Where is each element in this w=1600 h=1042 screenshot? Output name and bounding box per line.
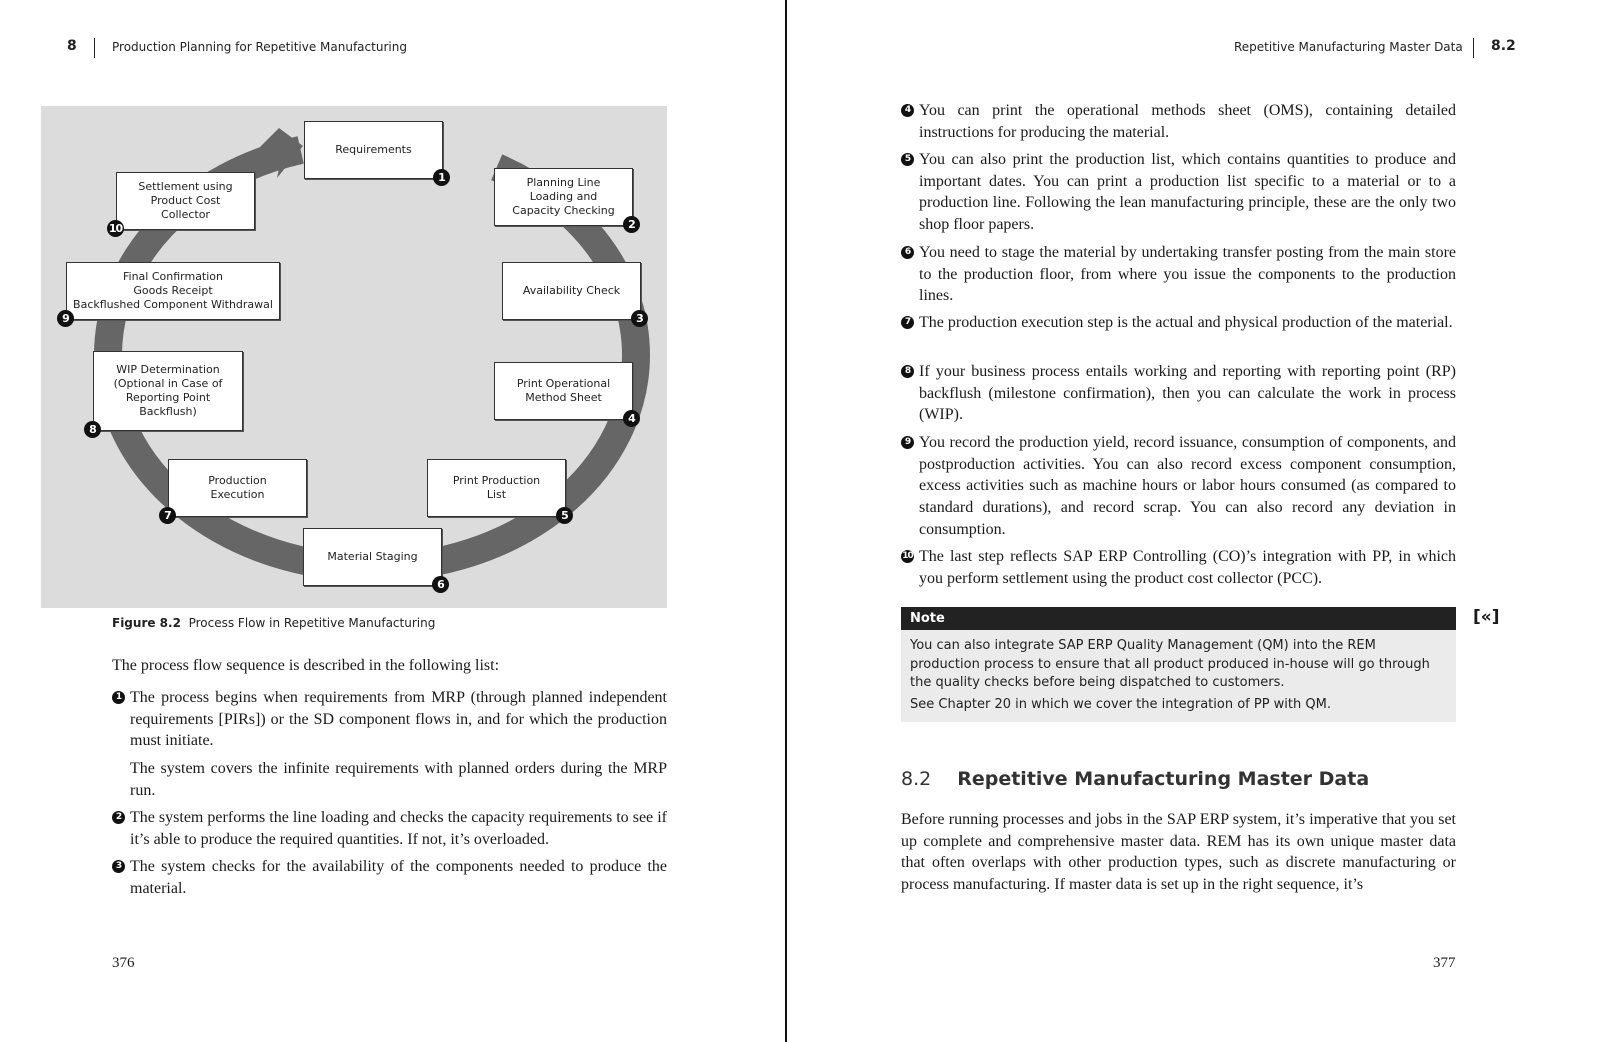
number-badge: 5	[901, 153, 914, 166]
process-step-box: Material Staging	[303, 528, 442, 586]
list-item: 9 You record the production yield, record…	[901, 432, 1456, 541]
step-number-badge: 3	[631, 310, 648, 327]
intro-paragraph: The process flow sequence is described i…	[112, 657, 500, 674]
figure-caption: Figure 8.2 Process Flow in Repetitive Ma…	[112, 616, 436, 630]
number-badge: 10	[901, 550, 914, 563]
list-item: 7 The production execution step is the ac…	[901, 312, 1456, 334]
process-step-box: Availability Check	[502, 262, 641, 320]
body-paragraph: Before running processes and jobs in the…	[901, 811, 1456, 894]
number-badge: 7	[901, 316, 914, 329]
process-step-box: WIP Determination (Optional in Case of R…	[93, 351, 243, 431]
list-item: 8 If your business process entails workin…	[901, 361, 1456, 426]
note-body: You can also integrate SAP ERP Quality M…	[901, 630, 1456, 722]
process-step-box: Print Production List	[427, 459, 566, 517]
process-step-box: Production Execution	[168, 459, 307, 517]
number-badge: 2	[112, 811, 125, 824]
process-step-box: Final Confirmation Goods Receipt Backflu…	[66, 262, 280, 320]
section-header-number: 8.2	[1491, 38, 1516, 54]
chapter-title: Production Planning for Repetitive Manuf…	[112, 40, 407, 54]
step-number-badge: 6	[432, 576, 449, 593]
number-badge: 3	[112, 860, 125, 873]
list-item: The system covers the infinite requireme…	[130, 760, 667, 799]
step-number-badge: 1	[433, 169, 450, 186]
list-item: 1 The process begins when requirements fr…	[112, 687, 667, 752]
process-flow-figure: Requirements 1 Planning Line Loading and C…	[41, 106, 667, 608]
process-step-box: Requirements	[304, 121, 443, 179]
number-badge: 4	[901, 104, 914, 117]
note-paragraph: You can also integrate SAP ERP Quality M…	[910, 638, 1430, 690]
list-item: 6 You need to stage the material by under…	[901, 242, 1456, 307]
step-number-badge: 5	[556, 507, 573, 524]
header-divider	[1473, 38, 1474, 58]
note-paragraph: See Chapter 20 in which we cover the int…	[910, 696, 1331, 712]
list-item: 10 The last step reflects SAP ERP Control…	[901, 548, 1456, 587]
process-step-box: Planning Line Loading and Capacity Check…	[494, 168, 633, 226]
step-number-badge: 4	[623, 410, 640, 427]
section-heading: 8.2 Repetitive Manufacturing Master Data	[901, 768, 1370, 790]
number-badge: 1	[112, 691, 125, 704]
header-divider	[94, 38, 95, 58]
step-number-badge: 9	[57, 310, 74, 327]
step-number-badge: 8	[84, 421, 101, 438]
section-header-title: Repetitive Manufacturing Master Data	[1234, 40, 1463, 54]
step-number-badge: 7	[159, 507, 176, 524]
list-item: 3 The system checks for the availability …	[112, 856, 667, 899]
page-number-right: 377	[1433, 955, 1456, 971]
number-badge: 8	[901, 365, 914, 378]
page-spine	[785, 0, 787, 1042]
list-item: 4 You can print the operational methods s…	[901, 100, 1456, 143]
step-number-badge: 10	[107, 220, 124, 237]
page-number-left: 376	[112, 955, 135, 971]
step-number-badge: 2	[623, 216, 640, 233]
chapter-number: 8	[67, 38, 77, 54]
note-header: Note	[901, 607, 1456, 630]
process-step-box: Settlement using Product Cost Collector	[116, 172, 255, 230]
process-step-box: Print Operational Method Sheet	[494, 362, 633, 420]
list-item: 5 You can also print the production list,…	[901, 149, 1456, 236]
number-badge: 6	[901, 246, 914, 259]
list-item: 2 The system performs the line loading an…	[112, 807, 667, 850]
note-margin-icon: [«]	[1473, 607, 1500, 627]
number-badge: 9	[901, 436, 914, 449]
